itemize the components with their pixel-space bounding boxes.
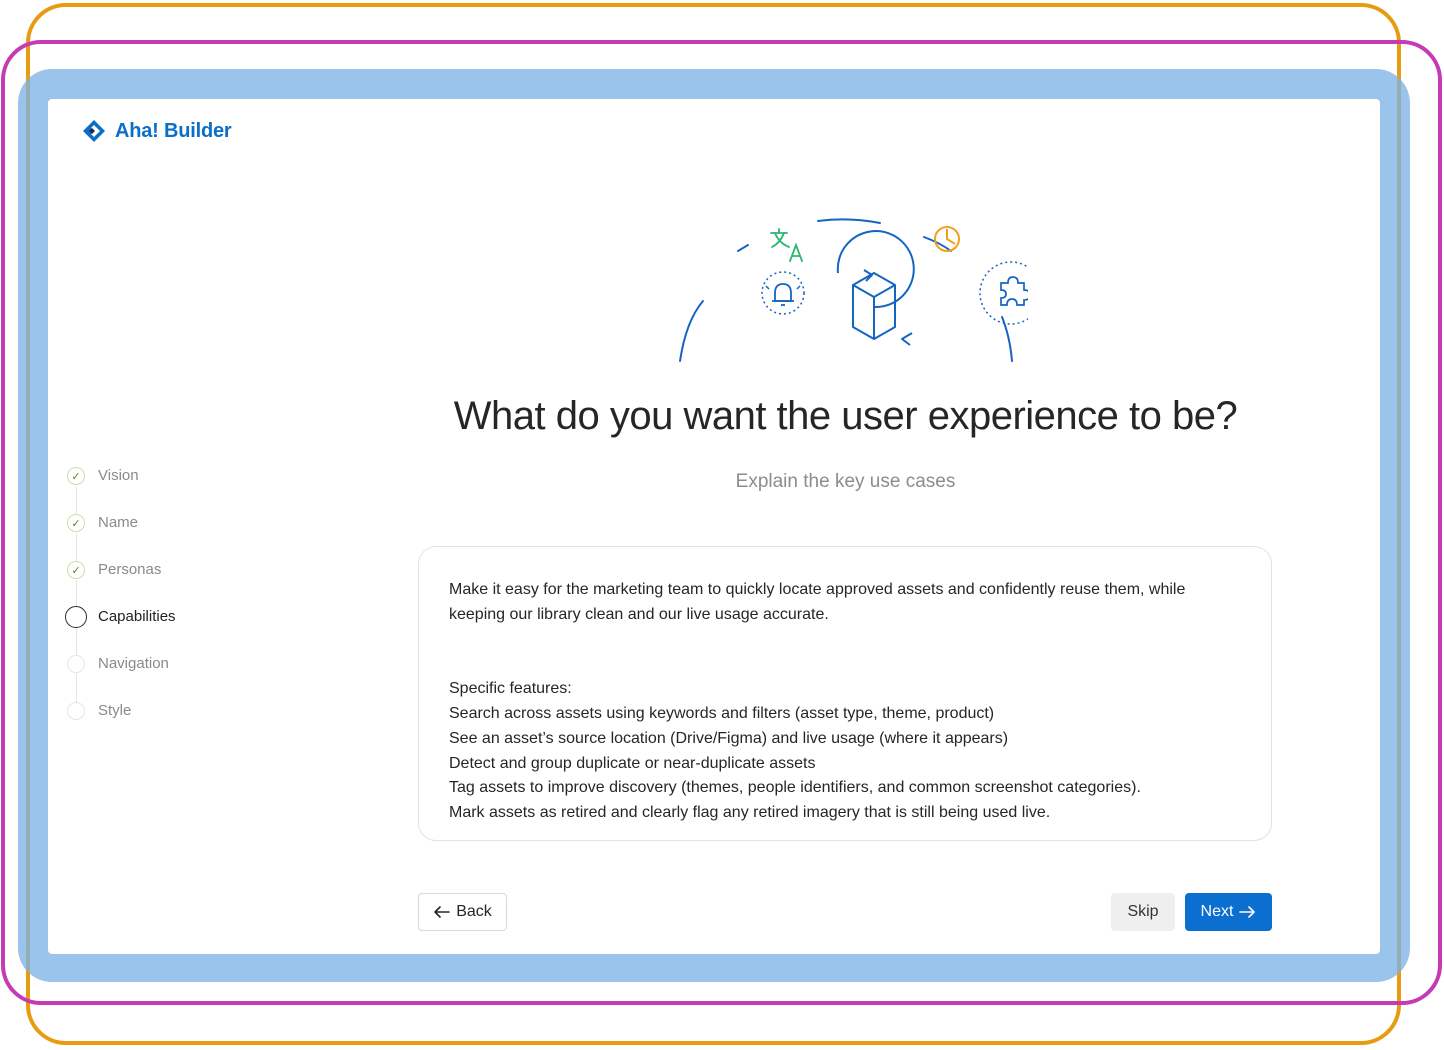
arrow-left-icon <box>434 906 451 918</box>
step-label: Style <box>98 702 132 719</box>
back-button[interactable]: Back <box>418 893 507 931</box>
step-capabilities[interactable]: Capabilities <box>65 605 176 655</box>
step-vision[interactable]: ✓ Vision <box>67 464 176 514</box>
feature-illustration <box>679 218 1028 362</box>
step-label: Capabilities <box>98 608 176 625</box>
step-connector <box>75 674 77 702</box>
cube-icon <box>836 230 915 346</box>
skip-button-label: Skip <box>1127 903 1159 920</box>
checkmark-icon: ✓ <box>67 467 85 485</box>
translate-icon <box>770 228 803 262</box>
checkmark-icon: ✓ <box>67 514 85 532</box>
step-personas[interactable]: ✓ Personas <box>67 558 176 608</box>
next-button[interactable]: Next <box>1185 893 1272 931</box>
step-label: Vision <box>98 467 139 484</box>
step-connector <box>75 533 77 561</box>
skip-button[interactable]: Skip <box>1111 893 1175 931</box>
step-name[interactable]: ✓ Name <box>67 511 176 561</box>
step-connector <box>75 580 77 608</box>
step-connector <box>75 627 77 655</box>
pending-step-indicator <box>67 702 85 720</box>
arc-segment <box>817 218 881 224</box>
back-button-label: Back <box>456 903 492 920</box>
page-subtitle: Explain the key use cases <box>735 471 956 492</box>
current-step-indicator <box>65 606 87 628</box>
step-navigation[interactable]: Navigation <box>67 652 176 702</box>
brand-logo-icon <box>83 120 105 142</box>
brand-logo[interactable]: Aha! Builder <box>82 119 232 143</box>
arc-segment <box>679 300 704 362</box>
progress-stepper: ✓ Vision ✓ Name ✓ Personas Capabilities … <box>65 464 176 746</box>
checkmark-icon: ✓ <box>67 561 85 579</box>
arc-segment <box>737 244 749 252</box>
step-label: Name <box>98 514 139 531</box>
wizard-card: Aha! Builder ✓ Vision ✓ Name ✓ Personas … <box>48 99 1380 954</box>
puzzle-icon <box>979 261 1028 325</box>
step-connector <box>75 486 77 514</box>
arrow-right-icon <box>1239 906 1256 918</box>
brand-name: Aha! Builder <box>115 119 232 142</box>
use-cases-textarea[interactable]: Make it easy for the marketing team to q… <box>418 546 1272 841</box>
step-style[interactable]: Style <box>67 699 176 746</box>
next-button-label: Next <box>1200 903 1234 920</box>
step-label: Personas <box>98 561 162 578</box>
step-label: Navigation <box>98 655 169 672</box>
page-title: What do you want the user experience to … <box>453 394 1238 438</box>
pending-step-indicator <box>67 655 85 673</box>
bell-icon <box>761 271 805 315</box>
